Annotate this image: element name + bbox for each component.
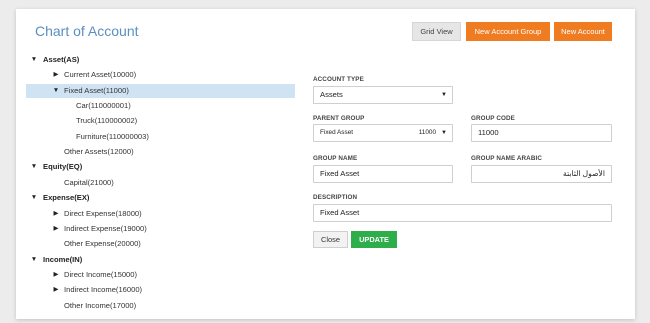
account-type-value: Assets — [320, 90, 343, 99]
close-button[interactable]: Close — [313, 231, 348, 248]
group-name-input[interactable]: Fixed Asset — [313, 165, 453, 183]
tree-item[interactable]: ▶ Indirect Income(16000) — [26, 283, 295, 297]
tree-item[interactable]: Other Assets(12000) — [26, 145, 295, 159]
tree-item-label: Furniture(110000003) — [76, 131, 149, 141]
tree-item-label: Other Expense(20000) — [64, 239, 141, 249]
tree-item[interactable]: ▶ Direct Income(15000) — [26, 268, 295, 282]
new-account-group-button[interactable]: New Account Group — [466, 22, 550, 41]
tree-item-label: Truck(110000002) — [76, 116, 138, 126]
tree-item-label: Direct Income(15000) — [64, 269, 138, 279]
tree-group-item[interactable]: ▼ Asset(AS) — [26, 53, 295, 67]
tree-item-label: Indirect Expense(19000) — [64, 223, 147, 233]
caret-down-icon[interactable]: ▼ — [52, 84, 60, 98]
tree-item-label: Asset(AS) — [43, 55, 80, 64]
tree-item-label: Other Assets(12000) — [64, 147, 134, 157]
group-code-input[interactable]: 11000 — [471, 124, 612, 142]
tree-item[interactable]: Other Expense(20000) — [26, 237, 295, 251]
caret-down-icon[interactable]: ▼ — [30, 160, 38, 174]
caret-right-icon[interactable]: ▶ — [52, 268, 60, 282]
chevron-down-icon: ▼ — [441, 130, 447, 136]
tree-item[interactable]: ▼ Fixed Asset(11000) — [26, 83, 295, 98]
tree-item-label: Capital(21000) — [64, 177, 114, 187]
tree-item[interactable]: Capital(21000) — [26, 176, 295, 190]
tree-item-label: Indirect Income(16000) — [64, 285, 143, 295]
tree-item[interactable]: ▶ Current Asset(10000) — [26, 68, 295, 82]
page-title: Chart of Account — [35, 23, 139, 39]
tree-group-item[interactable]: ▼ Expense(EX) — [26, 191, 295, 205]
group-name-arabic-label: GROUP NAME ARABIC — [471, 155, 542, 162]
tree-item[interactable]: Truck(110000002) — [26, 114, 295, 128]
caret-right-icon[interactable]: ▶ — [52, 222, 60, 236]
tree-item[interactable]: Furniture(110000003) — [26, 130, 295, 144]
caret-down-icon[interactable]: ▼ — [30, 253, 38, 267]
tree-item-label: Income(IN) — [43, 254, 83, 264]
tree-item-label: Current Asset(10000) — [64, 70, 137, 80]
new-account-button[interactable]: New Account — [554, 22, 612, 41]
group-code-label: GROUP CODE — [471, 115, 515, 122]
caret-right-icon[interactable]: ▶ — [52, 207, 60, 221]
chevron-down-icon: ▼ — [441, 92, 447, 98]
tree-group-item[interactable]: ▼ Income(IN) — [26, 253, 295, 267]
tree-item[interactable]: Other Income(17000) — [26, 299, 295, 313]
tree-item-label: Fixed Asset(11000) — [64, 85, 129, 95]
group-name-label: GROUP NAME — [313, 155, 358, 162]
description-input[interactable]: Fixed Asset — [313, 204, 612, 222]
parent-group-value: Fixed Asset — [320, 129, 354, 136]
chart-of-account-panel: Chart of Account Grid View New Account G… — [16, 9, 635, 319]
caret-right-icon[interactable]: ▶ — [52, 283, 60, 297]
tree-item-label: Car(110000001) — [76, 101, 131, 111]
group-name-arabic-input[interactable]: الأصول الثابتة — [471, 165, 612, 183]
tree-group-item[interactable]: ▼ Equity(EQ) — [26, 160, 295, 174]
update-button[interactable]: UPDATE — [351, 231, 397, 248]
description-label: DESCRIPTION — [313, 194, 358, 201]
tree-item-label: Other Income(17000) — [64, 300, 137, 310]
tree-item-label: Expense(EX) — [43, 193, 90, 203]
parent-group-code: 11000 — [418, 129, 436, 136]
tree-item[interactable]: ▶ Direct Expense(18000) — [26, 207, 295, 221]
parent-group-label: PARENT GROUP — [313, 115, 365, 122]
caret-right-icon[interactable]: ▶ — [52, 68, 60, 82]
caret-down-icon[interactable]: ▼ — [30, 191, 38, 205]
account-type-label: ACCOUNT TYPE — [313, 76, 364, 83]
tree-item[interactable]: Car(110000001) — [26, 99, 295, 113]
tree-item-label: Equity(EQ) — [43, 162, 83, 172]
grid-view-button[interactable]: Grid View — [412, 22, 461, 41]
caret-down-icon[interactable]: ▼ — [30, 53, 38, 67]
parent-group-select[interactable]: Fixed Asset 11000 ▼ — [313, 124, 453, 142]
account-type-select[interactable]: Assets ▼ — [313, 86, 453, 104]
tree-item-label: Direct Expense(18000) — [64, 208, 142, 218]
tree-item[interactable]: ▶ Indirect Expense(19000) — [26, 222, 295, 236]
